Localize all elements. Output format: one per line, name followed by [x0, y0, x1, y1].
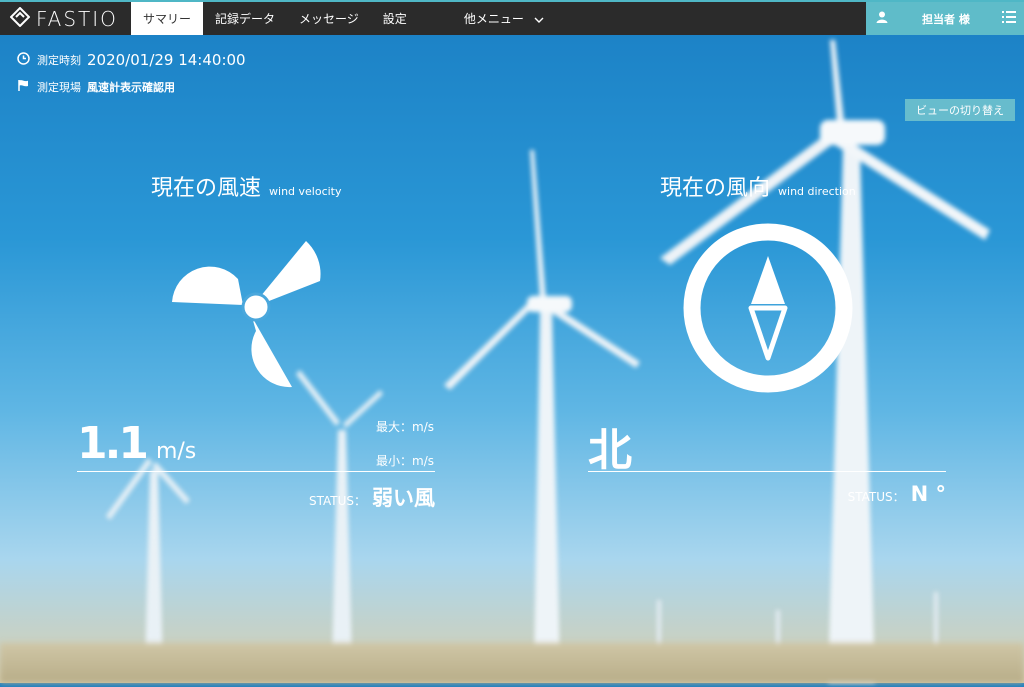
nav-item-summary[interactable]: サマリー — [131, 2, 204, 35]
wind-speed-status: STATUS： 弱い風 — [309, 482, 435, 512]
clock-icon — [17, 52, 30, 68]
ground — [0, 643, 1024, 683]
top-navigation-bar: FASTIO サマリー 記録データ メッセージ 設定 他メニュー 担当者 様 — [0, 0, 1024, 35]
wind-direction-title: 現在の風向 wind direction — [660, 170, 856, 202]
wind-direction-subtitle: wind direction — [778, 185, 856, 198]
view-toggle-button[interactable]: ビューの切り替え — [905, 99, 1015, 121]
wind-turbines-illustration — [106, 40, 990, 683]
wind-speed-unit: m/s — [155, 439, 197, 464]
wind-direction-title-text: 現在の風向 — [660, 176, 771, 201]
wind-speed-status-value: 弱い風 — [372, 486, 435, 510]
app-logo[interactable]: FASTIO — [0, 2, 131, 35]
nav-item-messages[interactable]: メッセージ — [287, 2, 371, 35]
measurement-site: 測定現場 風速計表示確認用 — [17, 79, 175, 95]
wind-speed-value: 1.1 — [77, 418, 149, 469]
wind-speed-status-label: STATUS： — [308, 494, 366, 508]
wind-speed-title-text: 現在の風速 — [151, 176, 262, 201]
wind-speed-title: 現在の風速 wind velocity — [151, 170, 342, 202]
main-nav: サマリー 記録データ メッセージ 設定 — [131, 2, 419, 35]
fastio-logo-icon — [9, 6, 31, 31]
measurement-site-value: 風速計表示確認用 — [87, 81, 175, 94]
user-icon — [876, 11, 888, 26]
chevron-down-icon — [534, 12, 544, 26]
wind-speed-max: 最大：m/s — [376, 420, 434, 434]
measurement-site-label: 測定現場 — [37, 81, 81, 94]
nav-item-settings[interactable]: 設定 — [371, 2, 419, 35]
list-menu-icon[interactable] — [1002, 11, 1016, 26]
wind-direction-divider — [588, 471, 946, 472]
nav-item-records[interactable]: 記録データ — [203, 2, 287, 35]
logo-text: FASTIO — [36, 6, 118, 31]
flag-icon — [17, 79, 30, 95]
background-scene — [0, 0, 1024, 683]
wind-direction-value: 北 — [588, 425, 632, 476]
measurement-time-label: 測定時刻 — [37, 54, 81, 67]
other-menu-dropdown[interactable]: 他メニュー — [464, 10, 544, 27]
user-name: 担当者 様 — [922, 12, 970, 26]
user-area[interactable]: 担当者 様 — [866, 2, 1024, 35]
compass-icon — [682, 222, 854, 398]
wind-speed-subtitle: wind velocity — [269, 185, 342, 198]
measurement-time-value: 2020/01/29 14:40:00 — [87, 51, 246, 69]
wind-direction-status: STATUS： N ° — [848, 482, 946, 506]
fan-icon — [170, 235, 322, 393]
measurement-time: 測定時刻 2020/01/29 14:40:00 — [17, 51, 246, 69]
wind-direction-status-value: N ° — [910, 482, 946, 506]
wind-speed-readout: 1.1 m/s — [77, 418, 196, 469]
wind-speed-divider — [77, 471, 435, 472]
other-menu-label: 他メニュー — [463, 12, 524, 26]
wind-direction-status-label: STATUS： — [847, 490, 905, 504]
wind-speed-min: 最小：m/s — [376, 454, 434, 468]
